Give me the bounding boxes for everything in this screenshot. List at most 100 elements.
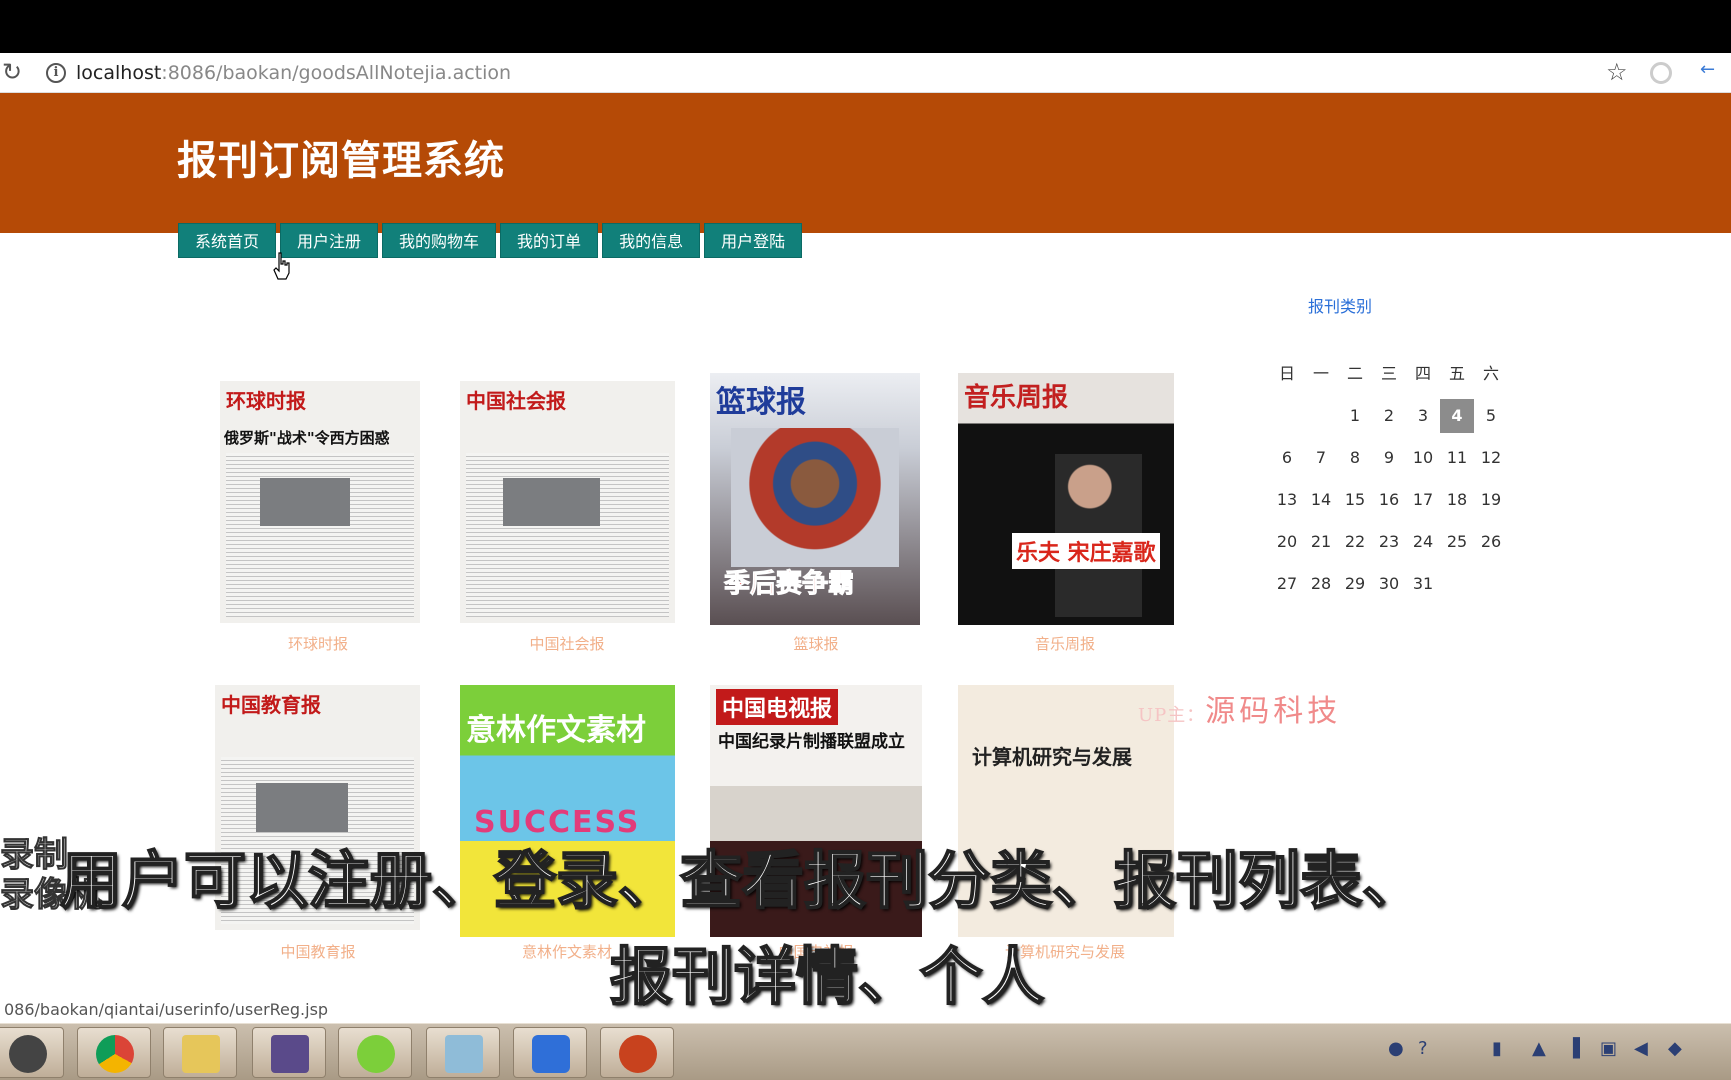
- calendar-day[interactable]: 21: [1304, 525, 1338, 559]
- calendar-day[interactable]: 22: [1338, 525, 1372, 559]
- paper-cover-image[interactable]: 中国社会报: [460, 381, 675, 623]
- calendar-day[interactable]: 27: [1270, 567, 1304, 601]
- calendar-day[interactable]: 16: [1372, 483, 1406, 517]
- calendar-day: [1474, 567, 1508, 601]
- site-info-icon[interactable]: i: [46, 63, 66, 83]
- tray-signal-icon[interactable]: ▐: [1566, 1038, 1580, 1059]
- calendar-day[interactable]: 11: [1440, 441, 1474, 475]
- calendar-day[interactable]: 24: [1406, 525, 1440, 559]
- nav-item-2[interactable]: 我的购物车: [382, 223, 497, 258]
- taskbar-chrome[interactable]: [77, 1027, 151, 1078]
- calendar-day[interactable]: 2: [1372, 399, 1406, 433]
- url-path: :8086/baokan/goodsAllNotejia.action: [161, 62, 512, 84]
- folder-icon: [182, 1035, 220, 1073]
- calendar-day[interactable]: 7: [1304, 441, 1338, 475]
- tray-search-icon[interactable]: ●: [1388, 1038, 1404, 1059]
- app-icon: [532, 1035, 570, 1073]
- nav-item-1[interactable]: 用户注册: [280, 223, 379, 258]
- paper-masthead: 中国社会报: [466, 389, 566, 413]
- calendar-day[interactable]: 13: [1270, 483, 1304, 517]
- calendar-day[interactable]: 20: [1270, 525, 1304, 559]
- extension-icon[interactable]: [1650, 62, 1672, 84]
- calendar-day[interactable]: 8: [1338, 441, 1372, 475]
- calendar-weekday: 一: [1312, 364, 1329, 383]
- nav-item-5[interactable]: 用户登陆: [704, 223, 803, 258]
- tray-volume-icon[interactable]: ◀: [1634, 1038, 1648, 1059]
- calendar-day[interactable]: 15: [1338, 483, 1372, 517]
- nav-item-3[interactable]: 我的订单: [500, 223, 599, 258]
- taskbar-javaee[interactable]: [252, 1027, 326, 1078]
- status-bar-url: 086/baokan/qiantai/userinfo/userReg.jsp: [0, 999, 333, 1020]
- calendar-day[interactable]: 10: [1406, 441, 1440, 475]
- paper-masthead: 音乐周报: [964, 383, 1069, 413]
- paper-title-link[interactable]: 中国社会报: [457, 633, 677, 654]
- calendar-day[interactable]: 12: [1474, 441, 1508, 475]
- taskbar-app-8[interactable]: [600, 1027, 674, 1078]
- calendar-day[interactable]: 30: [1372, 567, 1406, 601]
- calendar-day[interactable]: 31: [1406, 567, 1440, 601]
- bookmark-star-icon[interactable]: ☆: [1606, 58, 1628, 86]
- subtitle-line-2: 报刊详情、个人: [609, 939, 1045, 1014]
- site-title: 报刊订阅管理系统: [177, 138, 505, 184]
- reload-icon[interactable]: ↻: [2, 59, 28, 85]
- paper-title-link[interactable]: 环球时报: [208, 633, 428, 654]
- calendar-day[interactable]: 9: [1372, 441, 1406, 475]
- paper-title-link[interactable]: 篮球报: [706, 633, 926, 654]
- players-photo: [731, 428, 899, 568]
- calendar-day[interactable]: 23: [1372, 525, 1406, 559]
- tray-up-arrow-icon[interactable]: ▲: [1532, 1038, 1546, 1059]
- calendar-weekday: 六: [1482, 364, 1499, 383]
- taskbar-app-7[interactable]: [513, 1027, 587, 1078]
- browser-address-bar: ↻ i localhost:8086/baokan/goodsAllNoteji…: [0, 53, 1731, 93]
- calendar-day: [1304, 399, 1338, 433]
- tray-app-icon[interactable]: ◆: [1668, 1038, 1682, 1059]
- calendar-day[interactable]: 28: [1304, 567, 1338, 601]
- calendar-day[interactable]: 29: [1338, 567, 1372, 601]
- paper-headline: 俄罗斯"战术"令西方困惑: [224, 429, 390, 447]
- calendar-day[interactable]: 19: [1474, 483, 1508, 517]
- extension-arrow-icon[interactable]: ←: [1700, 59, 1715, 80]
- taskbar-app-5[interactable]: [338, 1027, 412, 1078]
- tray-battery-icon[interactable]: ▮: [1492, 1038, 1502, 1059]
- hand-cursor-icon: [273, 252, 290, 280]
- calendar-weekday: 日: [1278, 364, 1295, 383]
- calendar-weekday-row: 日一二三四五六: [1270, 353, 1510, 395]
- category-link[interactable]: 报刊类别: [1308, 293, 1372, 317]
- calendar-day[interactable]: 14: [1304, 483, 1338, 517]
- nav-item-0[interactable]: 系统首页: [178, 223, 277, 258]
- tray-network-icon[interactable]: ▣: [1600, 1038, 1617, 1059]
- screen: ↻ i localhost:8086/baokan/goodsAllNoteji…: [0, 0, 1731, 1080]
- calendar-day[interactable]: 1: [1338, 399, 1372, 433]
- taskbar-app-1[interactable]: [0, 1027, 64, 1078]
- paper-cover-image[interactable]: 音乐周报 乐夫 宋庄嘉歌: [958, 373, 1174, 625]
- taskbar-explorer[interactable]: [163, 1027, 237, 1078]
- paper-cover-image[interactable]: 篮球报 季后赛争霸: [710, 373, 920, 625]
- tray-help-icon[interactable]: ?: [1418, 1038, 1428, 1059]
- calendar-day[interactable]: 17: [1406, 483, 1440, 517]
- paper-title-link[interactable]: 中国教育报: [208, 941, 428, 962]
- paper-photo: [503, 477, 600, 527]
- calendar: 日一二三四五六 1 2 3 4 5 6 7 8 9 10 11 12 13 14 15 16 17 18 19 20 21…: [1270, 353, 1510, 605]
- paper-cover-image[interactable]: 环球时报俄罗斯"战术"令西方困惑: [220, 381, 420, 623]
- watermark-prefix: UP主：: [1138, 705, 1206, 726]
- calendar-day[interactable]: 3: [1406, 399, 1440, 433]
- nav-item-4[interactable]: 我的信息: [602, 223, 701, 258]
- taskbar-app-6[interactable]: [426, 1027, 500, 1078]
- calendar-day[interactable]: 5: [1474, 399, 1508, 433]
- paper-masthead: 意林作文素材: [466, 713, 646, 748]
- calendar-day[interactable]: 26: [1474, 525, 1508, 559]
- watermark-text: 源码科技: [1205, 694, 1342, 729]
- calendar-today[interactable]: 4: [1440, 399, 1474, 433]
- url-field[interactable]: localhost:8086/baokan/goodsAllNotejia.ac…: [76, 62, 511, 84]
- paper-masthead: 中国教育报: [221, 693, 321, 717]
- calendar-day[interactable]: 25: [1440, 525, 1474, 559]
- top-black-strip: [0, 0, 1731, 53]
- paper-masthead: 环球时报: [226, 389, 306, 413]
- watermark: UP主：源码科技: [1138, 686, 1341, 730]
- paper-title-link[interactable]: 音乐周报: [955, 633, 1175, 654]
- calendar-week-row: 13 14 15 16 17 18 19: [1270, 479, 1510, 521]
- paper-headline: 季后赛争霸: [723, 569, 855, 600]
- calendar-day[interactable]: 18: [1440, 483, 1474, 517]
- calendar-week-row: 12345: [1270, 395, 1510, 437]
- calendar-day[interactable]: 6: [1270, 441, 1304, 475]
